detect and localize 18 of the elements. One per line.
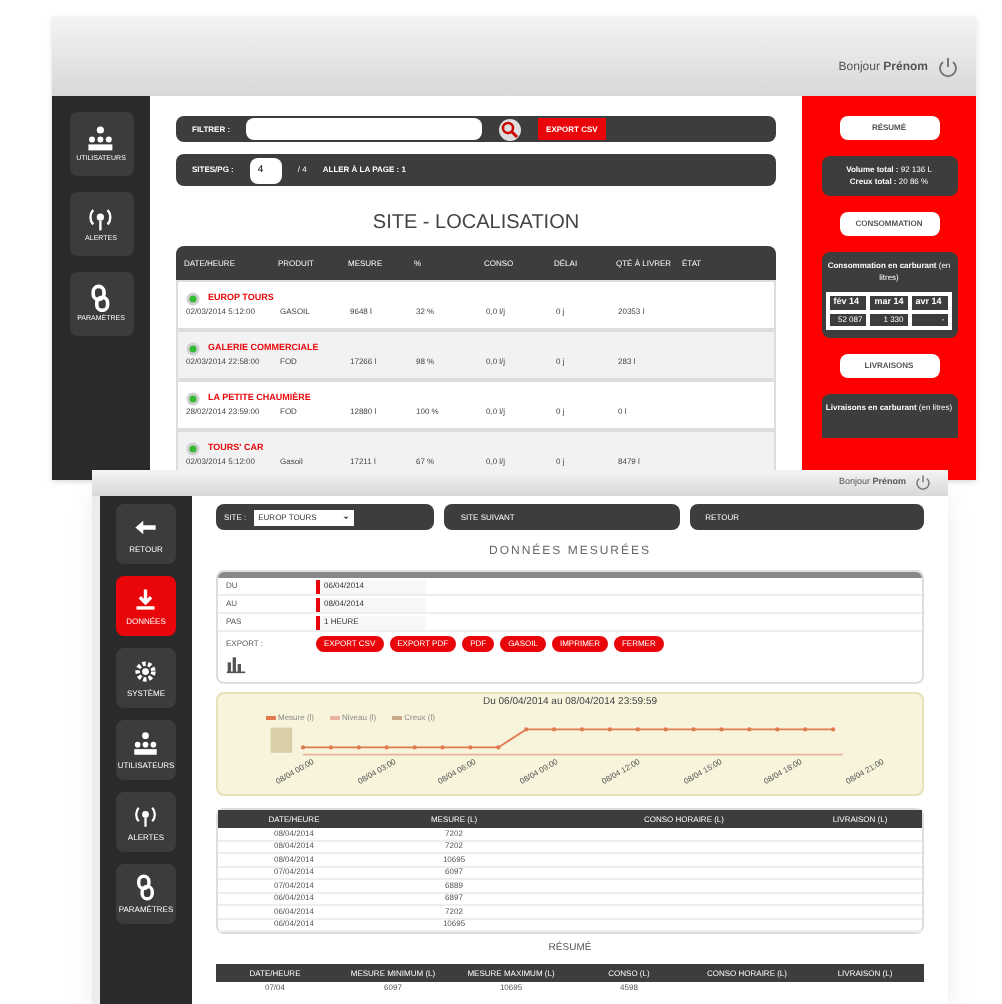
status-dot-icon — [186, 442, 200, 456]
caret-icon — [342, 513, 351, 521]
broadcast-icon — [132, 802, 160, 830]
settings-icon — [132, 658, 160, 686]
broadcast-icon — [86, 204, 116, 233]
filter-input[interactable] — [246, 118, 483, 141]
power-icon — [914, 474, 932, 492]
page-title: SITE - LOCALISATION — [370, 214, 582, 234]
bar-chart-icon — [226, 654, 246, 674]
people-icon — [132, 730, 160, 758]
download-icon — [132, 586, 160, 614]
chain-link-icon — [132, 874, 160, 902]
status-dot-icon — [186, 392, 200, 406]
search-icon — [498, 117, 523, 142]
people-icon — [86, 124, 116, 153]
power-icon — [936, 56, 960, 80]
status-dot-icon — [186, 342, 200, 356]
status-dot-icon — [186, 292, 200, 306]
